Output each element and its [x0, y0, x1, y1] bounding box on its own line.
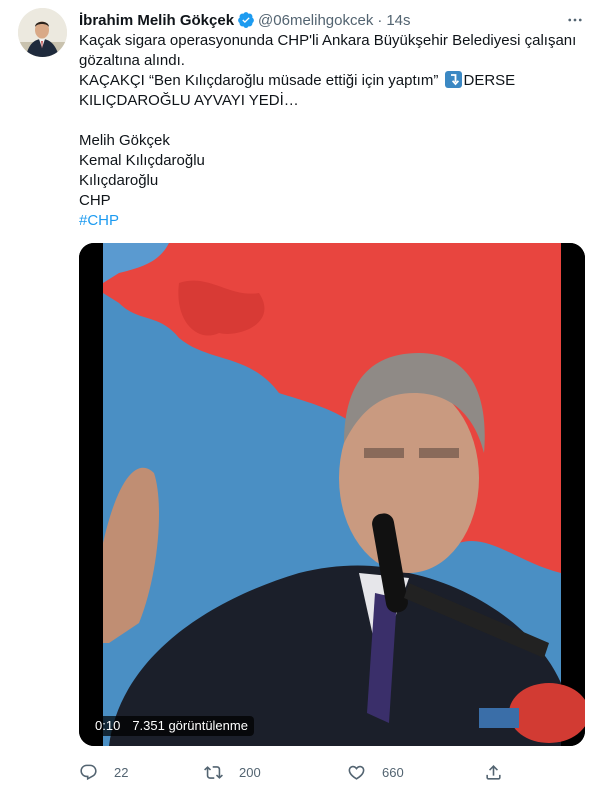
avatar[interactable]: [18, 8, 67, 57]
share-button[interactable]: [484, 760, 519, 784]
like-button[interactable]: 660: [347, 760, 404, 784]
tweet-quote-end: DERSE: [463, 72, 516, 89]
tweet-card[interactable]: İbrahim Melih Gökçek @06melihgokcek · 14…: [0, 0, 601, 791]
tweet-quote: KAÇAKÇI “Ben Kılıçdaroğlu müsade ettiği …: [79, 72, 439, 89]
tag-line: CHP: [79, 192, 111, 209]
tweet-line: gözaltına alındı.: [79, 52, 185, 69]
video-views: 7.351 görüntülenme: [132, 718, 248, 733]
video-info-badge: 0:10 7.351 görüntülenme: [89, 716, 254, 736]
redirect-arrow-emoji-icon: [444, 71, 462, 88]
video-duration: 0:10: [95, 718, 121, 733]
action-bar: 22 200 660: [79, 760, 519, 784]
separator-dot: ·: [377, 11, 383, 29]
author-handle[interactable]: @06melihgokcek: [258, 12, 373, 29]
tag-line: Kılıçdaroğlu: [79, 172, 159, 189]
more-options-icon[interactable]: [565, 10, 585, 30]
tweet-header: İbrahim Melih Gökçek @06melihgokcek · 14…: [79, 10, 585, 30]
hashtag-link[interactable]: #CHP: [79, 211, 589, 231]
retweet-button[interactable]: 200: [204, 760, 261, 784]
retweet-count: 200: [239, 764, 261, 780]
tweet-line: Kaçak sigara operasyonunda CHP'li Ankara…: [79, 32, 577, 49]
video-player[interactable]: 0:10 7.351 görüntülenme: [79, 243, 585, 746]
tweet-line: KAÇAKÇI “Ben Kılıçdaroğlu müsade ettiği …: [79, 71, 589, 91]
retweet-icon: [204, 765, 223, 779]
video-frame: [79, 243, 585, 746]
like-count: 660: [382, 764, 404, 780]
tag-line: Melih Gökçek: [79, 132, 170, 149]
like-icon: [348, 765, 365, 780]
tweet-line: KILIÇDAROĞLU AYVAYI YEDİ…: [79, 92, 299, 109]
share-icon: [486, 764, 501, 780]
timestamp[interactable]: 14s: [386, 12, 410, 29]
reply-count: 22: [114, 764, 129, 780]
tag-line: Kemal Kılıçdaroğlu: [79, 152, 205, 169]
tweet-text: Kaçak sigara operasyonunda CHP'li Ankara…: [79, 31, 589, 231]
reply-button[interactable]: 22: [79, 760, 128, 784]
verified-badge-icon: [237, 11, 255, 29]
reply-icon: [80, 764, 97, 780]
author-name[interactable]: İbrahim Melih Gökçek: [79, 12, 234, 29]
